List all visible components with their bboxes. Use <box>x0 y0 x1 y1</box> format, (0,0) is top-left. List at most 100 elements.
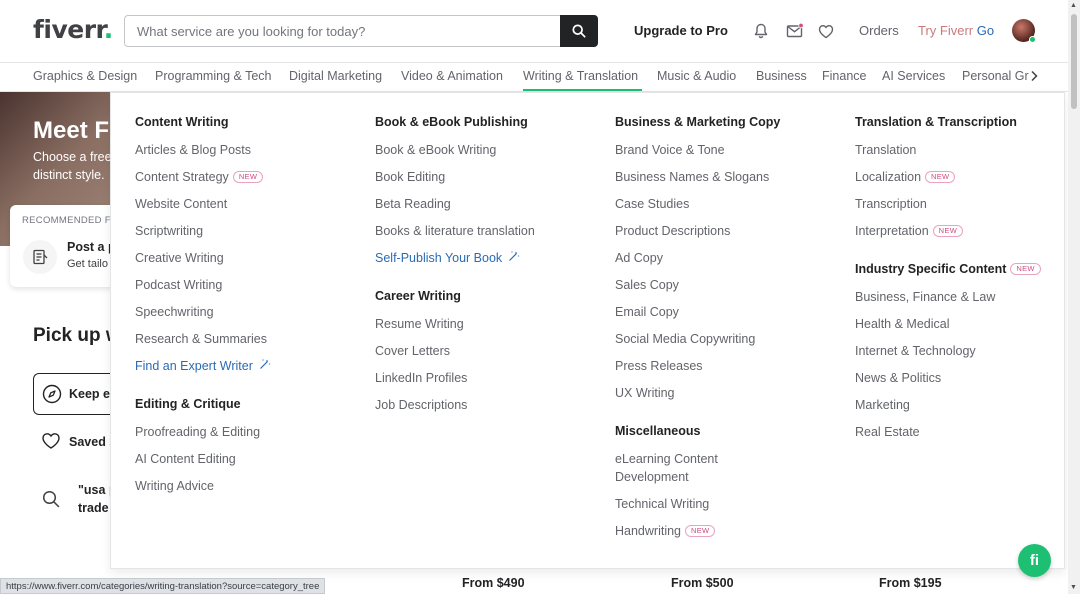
section-heading[interactable]: Miscellaneous <box>615 424 700 438</box>
menu-item[interactable]: Handwriting NEW <box>615 522 716 540</box>
menu-item[interactable]: Podcast Writing <box>135 276 222 294</box>
section-heading[interactable]: Industry Specific Content NEW <box>855 262 1041 276</box>
category-ai-services[interactable]: AI Services <box>882 69 945 83</box>
category-graphics-design[interactable]: Graphics & Design <box>33 69 137 83</box>
menu-item[interactable]: Translation <box>855 141 916 159</box>
menu-item[interactable]: Book & eBook Writing <box>375 141 496 159</box>
menu-item[interactable]: AI Content Editing <box>135 450 236 468</box>
category-digital-marketing[interactable]: Digital Marketing <box>289 69 382 83</box>
post-request-icon <box>23 240 57 274</box>
favorites-button[interactable] <box>816 21 836 41</box>
menu-item[interactable]: Health & Medical <box>855 315 950 333</box>
category-business[interactable]: Business <box>756 69 807 83</box>
menu-item[interactable]: Books & literature translation <box>375 222 535 240</box>
menu-item-elearning[interactable]: eLearning Content Development <box>615 450 718 486</box>
orders-link[interactable]: Orders <box>859 23 899 38</box>
envelope-icon <box>786 23 803 38</box>
hero-title: Meet F <box>33 117 110 144</box>
menu-item[interactable]: News & Politics <box>855 369 941 387</box>
category-music-audio[interactable]: Music & Audio <box>657 69 736 83</box>
menu-item[interactable]: Creative Writing <box>135 249 224 267</box>
menu-item[interactable]: Ad Copy <box>615 249 663 267</box>
menu-item[interactable]: Localization NEW <box>855 168 956 186</box>
menu-item[interactable]: Articles & Blog Posts <box>135 141 251 159</box>
scroll-up-arrow-icon[interactable]: ▲ <box>1070 2 1077 9</box>
new-badge: NEW <box>932 224 964 237</box>
menu-item[interactable]: Job Descriptions <box>375 396 467 414</box>
menu-item[interactable]: UX Writing <box>615 384 675 402</box>
menu-item[interactable]: Resume Writing <box>375 315 464 333</box>
menu-item[interactable]: Business, Finance & Law <box>855 288 995 306</box>
bell-icon <box>754 23 768 39</box>
menu-item[interactable]: Speechwriting <box>135 303 214 321</box>
menu-item[interactable]: Website Content <box>135 195 227 213</box>
search-input[interactable] <box>125 16 561 46</box>
gig-price: From $500 <box>671 576 734 590</box>
find-expert-writer-link[interactable]: Find an Expert Writer <box>135 357 271 376</box>
category-personal-growth[interactable]: Personal Gr <box>962 69 1030 83</box>
section-heading[interactable]: Translation & Transcription <box>855 115 1017 129</box>
fiverr-chat-icon: fi <box>1029 552 1040 569</box>
hero-subtitle-line2: distinct style. <box>33 168 105 182</box>
menu-item[interactable]: Interpretation NEW <box>855 222 964 240</box>
self-publish-link[interactable]: Self-Publish Your Book <box>375 249 520 268</box>
active-category-underline <box>523 89 642 91</box>
magic-wand-icon <box>508 249 520 267</box>
menu-item[interactable]: Marketing <box>855 396 910 414</box>
menu-item[interactable]: Transcription <box>855 195 927 213</box>
menu-item[interactable]: Writing Advice <box>135 477 214 495</box>
category-scroll-right-button[interactable] <box>1030 70 1038 85</box>
menu-item[interactable]: Technical Writing <box>615 495 709 513</box>
messages-button[interactable] <box>784 21 804 41</box>
menu-item[interactable]: Email Copy <box>615 303 679 321</box>
menu-item[interactable]: Internet & Technology <box>855 342 976 360</box>
scrollbar-thumb[interactable] <box>1071 14 1077 109</box>
menu-item[interactable]: LinkedIn Profiles <box>375 369 467 387</box>
menu-item[interactable]: Social Media Copywriting <box>615 330 755 348</box>
online-status-dot <box>1029 36 1036 43</box>
menu-item[interactable]: Business Names & Slogans <box>615 168 769 186</box>
status-bar-url: https://www.fiverr.com/categories/writin… <box>0 578 326 594</box>
chat-button[interactable]: fi <box>1018 544 1051 577</box>
search-icon <box>572 24 586 38</box>
new-badge: NEW <box>232 170 264 183</box>
menu-item[interactable]: Brand Voice & Tone <box>615 141 725 159</box>
menu-item[interactable]: Scriptwriting <box>135 222 203 240</box>
gig-price: From $490 <box>462 576 525 590</box>
recommended-title: Post a p <box>67 240 116 254</box>
menu-item[interactable]: Cover Letters <box>375 342 450 360</box>
category-nav: Graphics & Design Programming & Tech Dig… <box>0 62 1068 92</box>
scroll-down-arrow-icon[interactable]: ▼ <box>1070 584 1077 591</box>
category-writing-translation[interactable]: Writing & Translation <box>523 69 638 83</box>
menu-item[interactable]: Press Releases <box>615 357 703 375</box>
category-programming-tech[interactable]: Programming & Tech <box>155 69 272 83</box>
search-bar <box>124 15 598 47</box>
category-finance[interactable]: Finance <box>822 69 866 83</box>
menu-item[interactable]: Beta Reading <box>375 195 451 213</box>
menu-item[interactable]: Research & Summaries <box>135 330 267 348</box>
fiverr-logo[interactable]: fiverr. <box>33 15 113 44</box>
section-heading[interactable]: Editing & Critique <box>135 397 241 411</box>
pick-up-heading: Pick up w <box>33 325 121 346</box>
menu-item[interactable]: Proofreading & Editing <box>135 423 260 441</box>
try-fiverr-go-link[interactable]: Try Fiverr Go <box>918 23 994 38</box>
menu-item[interactable]: Real Estate <box>855 423 920 441</box>
category-video-animation[interactable]: Video & Animation <box>401 69 503 83</box>
section-heading[interactable]: Book & eBook Publishing <box>375 115 528 129</box>
upgrade-to-pro-link[interactable]: Upgrade to Pro <box>634 23 728 38</box>
search-button[interactable] <box>560 15 598 47</box>
section-heading[interactable]: Career Writing <box>375 289 461 303</box>
recent-search-line2[interactable]: trade <box>78 501 109 515</box>
menu-item[interactable]: Book Editing <box>375 168 445 186</box>
writing-translation-mega-menu: Content Writing Articles & Blog Posts Co… <box>110 92 1065 569</box>
menu-item[interactable]: Content Strategy NEW <box>135 168 264 186</box>
menu-item[interactable]: Sales Copy <box>615 276 679 294</box>
gig-price: From $195 <box>879 576 942 590</box>
notifications-button[interactable] <box>751 21 771 41</box>
menu-item[interactable]: Case Studies <box>615 195 689 213</box>
menu-item[interactable]: Product Descriptions <box>615 222 730 240</box>
section-heading[interactable]: Business & Marketing Copy <box>615 115 780 129</box>
section-heading[interactable]: Content Writing <box>135 115 229 129</box>
heart-icon <box>818 24 834 38</box>
recommended-label: RECOMMENDED F <box>22 215 111 226</box>
